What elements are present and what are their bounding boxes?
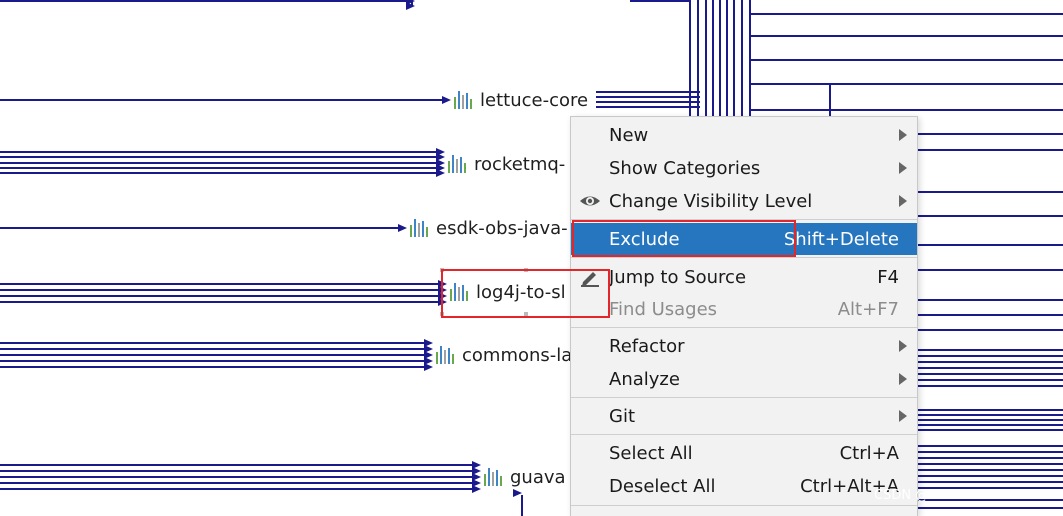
edge-arrowhead bbox=[424, 363, 433, 371]
submenu-arrow-icon bbox=[899, 162, 907, 174]
node-label: lettuce-core bbox=[480, 89, 589, 111]
menu-item-jump-to-source[interactable]: Jump to Source F4 bbox=[571, 261, 917, 293]
maven-library-icon bbox=[410, 219, 432, 237]
graph-node-rocketmq[interactable]: rocketmq- bbox=[448, 152, 566, 176]
menu-item-show-categories[interactable]: Show Categories bbox=[571, 152, 917, 184]
eye-icon bbox=[580, 196, 600, 206]
watermark-text: CSDN @CHIHO_CHANX bbox=[874, 488, 1024, 503]
menu-item-find-usages[interactable]: Find Usages Alt+F7 bbox=[571, 293, 917, 325]
submenu-arrow-icon bbox=[899, 129, 907, 141]
annotation-box-exclude bbox=[572, 220, 796, 257]
annotation-box-node bbox=[441, 269, 610, 318]
shortcut-label: Shift+Delete bbox=[783, 228, 899, 250]
maven-library-icon bbox=[448, 155, 470, 173]
graph-node-lettuce-core[interactable]: lettuce-core bbox=[454, 88, 589, 112]
context-menu: New Show Categories Change Visibility Le… bbox=[570, 116, 918, 516]
menu-item-refactor[interactable]: Refactor bbox=[571, 330, 917, 362]
edge-arrowhead bbox=[442, 96, 451, 104]
maven-library-icon bbox=[484, 468, 506, 486]
maven-library-icon bbox=[436, 346, 458, 364]
edge-arrowhead bbox=[406, 2, 415, 10]
menu-item-analyze[interactable]: Analyze bbox=[571, 363, 917, 395]
menu-separator bbox=[571, 434, 917, 435]
menu-separator bbox=[571, 505, 917, 506]
submenu-arrow-icon bbox=[899, 195, 907, 207]
menu-separator bbox=[571, 257, 917, 258]
submenu-arrow-icon bbox=[899, 340, 907, 352]
menu-item-change-visibility-level[interactable]: Change Visibility Level bbox=[571, 185, 917, 217]
menu-item-new[interactable]: New bbox=[571, 119, 917, 151]
menu-item-select-all[interactable]: Select All Ctrl+A bbox=[571, 437, 917, 469]
shortcut-label: F4 bbox=[877, 266, 899, 288]
menu-separator bbox=[571, 327, 917, 328]
node-label: esdk-obs-java- bbox=[436, 217, 568, 239]
maven-library-icon bbox=[454, 91, 476, 109]
shortcut-label: Ctrl+A bbox=[839, 442, 899, 464]
edge-arrowhead bbox=[398, 224, 407, 232]
submenu-arrow-icon bbox=[899, 373, 907, 385]
menu-item-deselect-all[interactable]: Deselect All Ctrl+Alt+A bbox=[571, 470, 917, 502]
node-label: commons-la bbox=[462, 344, 573, 366]
node-label: guava bbox=[510, 466, 566, 488]
graph-node-commons-lang[interactable]: commons-la bbox=[436, 343, 573, 367]
edge-arrowhead bbox=[436, 169, 445, 177]
shortcut-label: Alt+F7 bbox=[837, 298, 899, 320]
submenu-arrow-icon bbox=[899, 410, 907, 422]
menu-item-git[interactable]: Git bbox=[571, 400, 917, 432]
node-label: rocketmq- bbox=[474, 153, 566, 175]
menu-separator bbox=[571, 397, 917, 398]
edge-arrowhead-up bbox=[513, 489, 522, 497]
graph-node-guava[interactable]: guava bbox=[484, 465, 566, 489]
graph-node-esdk-obs-java[interactable]: esdk-obs-java- bbox=[410, 216, 568, 240]
edge-arrowhead bbox=[472, 485, 481, 493]
